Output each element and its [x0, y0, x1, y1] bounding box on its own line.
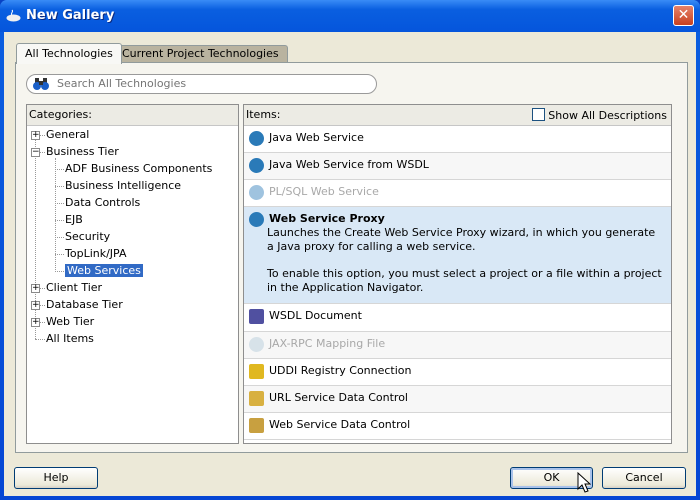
mouse-cursor-icon — [577, 472, 591, 493]
category-item[interactable]: Business Tier — [46, 144, 119, 160]
category-item[interactable]: Business Intelligence — [65, 178, 181, 194]
category-item[interactable]: TopLink/JPA — [65, 246, 127, 262]
list-item[interactable]: Web Service Proxy Launches the Create Web… — [244, 207, 671, 304]
list-item[interactable]: JAX-RPC Mapping File — [244, 332, 671, 359]
category-item[interactable]: Data Controls — [65, 195, 140, 211]
expand-icon[interactable]: + — [31, 318, 40, 327]
binoculars-icon — [33, 78, 49, 90]
category-label: Security — [65, 230, 111, 243]
category-label: EJB — [65, 213, 83, 226]
item-label: PL/SQL Web Service — [269, 185, 379, 198]
show-all-descriptions-checkbox[interactable]: Show All Descriptions — [532, 108, 667, 122]
category-item[interactable]: ADF Business Components — [65, 161, 212, 177]
web-service-icon — [249, 212, 264, 227]
category-item[interactable]: General — [46, 127, 89, 143]
category-item[interactable]: Database Tier — [46, 297, 123, 313]
ws-data-control-icon — [249, 418, 264, 433]
category-label: Web Tier — [46, 315, 95, 328]
cancel-button[interactable]: Cancel — [602, 467, 686, 489]
item-label: Web Service Proxy — [269, 212, 385, 225]
item-label: UDDI Registry Connection — [269, 364, 412, 377]
uddi-connection-icon — [249, 364, 264, 379]
category-label: General — [46, 128, 90, 141]
items-panel: Items: Show All Descriptions Java Web Se… — [243, 104, 672, 444]
web-service-icon — [249, 158, 264, 173]
item-label: Web Service Data Control — [269, 418, 411, 431]
category-label: Business Tier — [46, 145, 119, 158]
category-item[interactable]: Security — [65, 229, 110, 245]
items-label: Items: — [246, 108, 281, 121]
item-label: Java Web Service from WSDL — [269, 158, 429, 171]
category-label: Business Intelligence — [65, 179, 182, 192]
wsdl-document-icon — [249, 309, 264, 324]
category-label: Database Tier — [46, 298, 123, 311]
list-item[interactable]: URL Service Data Control — [244, 386, 671, 413]
expand-icon[interactable]: + — [31, 131, 40, 140]
item-label: URL Service Data Control — [269, 391, 408, 404]
list-item[interactable]: UDDI Registry Connection — [244, 359, 671, 386]
list-item[interactable]: PL/SQL Web Service — [244, 180, 671, 207]
categories-header: Categories: — [27, 105, 238, 126]
list-item[interactable]: Java Web Service — [244, 126, 671, 153]
search-input[interactable] — [57, 77, 357, 90]
categories-panel: Categories: General + Business Tier − ADF Bu… — [26, 104, 239, 444]
category-label: All Items — [46, 332, 94, 345]
web-service-icon — [249, 185, 264, 200]
close-button[interactable]: ✕ — [673, 5, 694, 26]
tab-all-technologies[interactable]: All Technologies — [16, 43, 122, 64]
help-button[interactable]: Help — [14, 467, 98, 489]
expand-icon[interactable]: + — [31, 301, 40, 310]
item-label: WSDL Document — [269, 309, 362, 322]
category-label: Web Services — [65, 264, 143, 277]
url-data-control-icon — [249, 391, 264, 406]
item-description: Launches the Create Web Service Proxy wi… — [267, 226, 656, 253]
list-item[interactable]: WSDL Document — [244, 304, 671, 332]
web-service-icon — [249, 131, 264, 146]
show-all-descriptions-label: Show All Descriptions — [548, 109, 667, 122]
category-label: ADF Business Components — [65, 162, 213, 175]
category-item[interactable]: All Items — [46, 331, 94, 347]
category-label: TopLink/JPA — [65, 247, 127, 260]
mapping-file-icon — [249, 337, 264, 352]
list-item[interactable]: Java Web Service from WSDL — [244, 153, 671, 180]
window-title: New Gallery — [26, 8, 115, 23]
tab-current-project-technologies[interactable]: Current Project Technologies — [113, 45, 288, 63]
app-cup-icon — [6, 9, 21, 22]
expand-icon[interactable]: + — [31, 284, 40, 293]
items-header: Items: Show All Descriptions — [244, 105, 671, 126]
category-item[interactable]: EJB — [65, 212, 83, 228]
checkbox-box[interactable] — [532, 108, 546, 121]
category-item[interactable]: Client Tier — [46, 280, 102, 296]
category-item[interactable]: Web Tier — [46, 314, 94, 330]
category-item[interactable]: Web Services — [65, 263, 143, 279]
collapse-icon[interactable]: − — [31, 148, 40, 157]
search-field[interactable] — [26, 74, 377, 94]
item-label: JAX-RPC Mapping File — [269, 337, 386, 350]
categories-label: Categories: — [29, 108, 92, 121]
item-label: Java Web Service — [269, 131, 364, 144]
list-item[interactable]: Web Service Data Control — [244, 413, 671, 440]
category-label: Data Controls — [65, 196, 141, 209]
category-label: Client Tier — [46, 281, 103, 294]
item-description: To enable this option, you must select a… — [267, 267, 662, 294]
